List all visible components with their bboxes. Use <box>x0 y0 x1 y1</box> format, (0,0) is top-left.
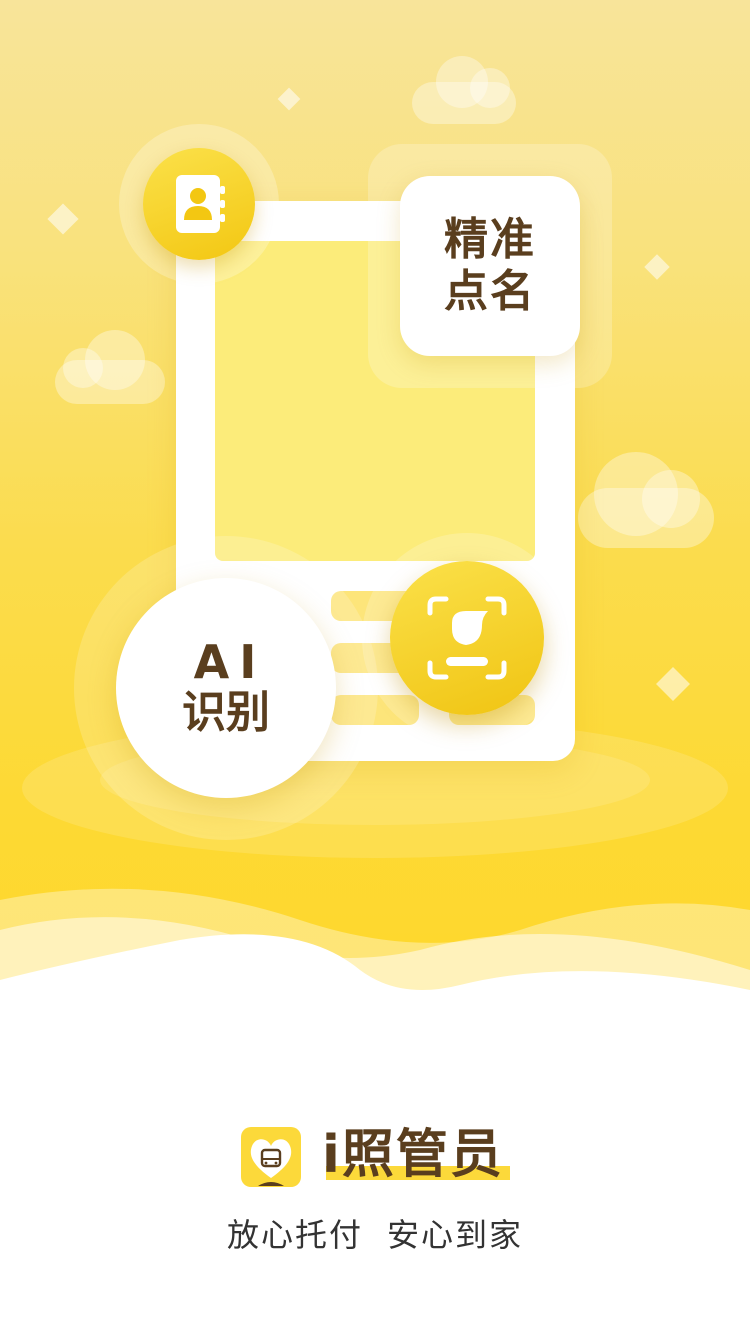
precise-rollcall-card: 精准点名 <box>400 176 580 356</box>
slogan-part-2: 安心到家 <box>387 1216 524 1254</box>
contact-book-icon <box>176 175 225 233</box>
app-logo-icon <box>241 1127 301 1187</box>
cloud-decoration <box>55 330 165 404</box>
hero-banner: 精准点名 AI 识别 <box>0 0 750 1000</box>
recognition-label: 识别 <box>182 687 270 738</box>
slogan: 放心托付 安心到家 <box>0 1210 750 1256</box>
app-name: i照管员 <box>322 1125 504 1185</box>
app-name-wrapper: i照管员 <box>322 1122 510 1188</box>
sparkle-decoration <box>644 254 670 280</box>
ai-label: AI <box>193 635 267 689</box>
sparkle-decoration <box>47 203 79 235</box>
ai-recognition-card: AI 识别 <box>116 578 336 798</box>
face-scan-icon <box>427 596 507 680</box>
cloud-decoration <box>412 56 516 124</box>
sparkle-decoration <box>656 667 690 701</box>
slogan-part-1: 放心托付 <box>226 1216 363 1254</box>
precise-rollcall-label: 精准点名 <box>444 214 536 317</box>
wave-divider <box>0 888 750 1000</box>
contact-badge <box>143 148 255 260</box>
cloud-decoration <box>578 452 714 548</box>
face-scan-badge <box>390 561 544 715</box>
brand-block: i照管员 <box>0 1120 750 1190</box>
sparkle-decoration <box>277 87 301 111</box>
